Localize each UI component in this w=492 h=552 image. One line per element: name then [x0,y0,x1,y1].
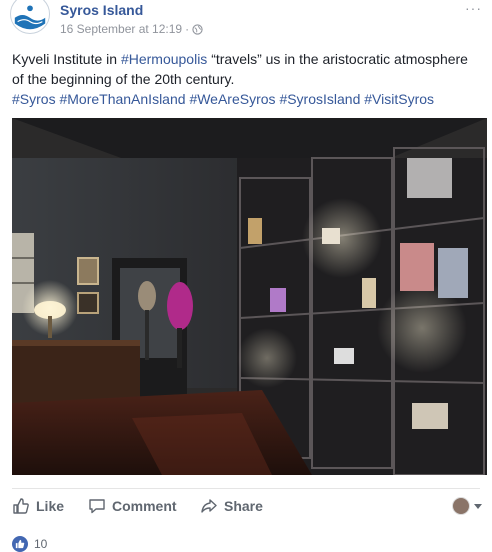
share-button[interactable]: Share [200,492,263,520]
hashtag-syrosisland[interactable]: #SyrosIsland [279,91,360,107]
reactions-summary[interactable]: 10 [12,536,47,552]
hashtag-syros[interactable]: #Syros [12,91,56,107]
actions-divider [12,488,480,489]
post-text-part-1: Kyveli Institute in [12,51,121,67]
like-reaction-icon [12,536,28,552]
share-label: Share [224,498,263,514]
comment-icon [89,499,105,514]
hashtag-visitsyros[interactable]: #VisitSyros [364,91,434,107]
meta-separator: · [185,22,190,36]
like-button[interactable]: Like [12,492,64,520]
post-timestamp[interactable]: 16 September at 12:19 [60,22,182,36]
museum-interior-image [12,118,487,475]
commenting-as-selector[interactable] [452,497,482,515]
post-options-button[interactable]: ··· [465,0,482,16]
comment-label: Comment [112,498,177,514]
post-actions-bar: Like Comment Share [12,492,482,520]
hashtag-wearesyros[interactable]: #WeAreSyros [189,91,275,107]
like-label: Like [36,498,65,514]
post-header: Syros Island 16 September at 12:19 · ··· [0,0,492,40]
post-photo[interactable] [12,118,487,475]
page-avatar[interactable] [10,0,50,34]
syros-logo-icon [11,0,49,33]
page-name-link[interactable]: Syros Island [60,2,143,18]
hashtag-hermoupolis[interactable]: #Hermoupolis [121,51,207,67]
thumbs-up-icon [13,498,29,514]
share-arrow-icon [201,499,217,513]
hashtag-morethananisland[interactable]: #MoreThanAnIsland [59,91,185,107]
chevron-down-icon [474,503,482,509]
post-message: Kyveli Institute in #Hermoupolis “travel… [12,49,482,109]
post-meta: 16 September at 12:19 · [60,22,203,36]
comment-button[interactable]: Comment [88,492,177,520]
user-avatar [452,497,470,515]
globe-icon[interactable] [192,24,203,35]
